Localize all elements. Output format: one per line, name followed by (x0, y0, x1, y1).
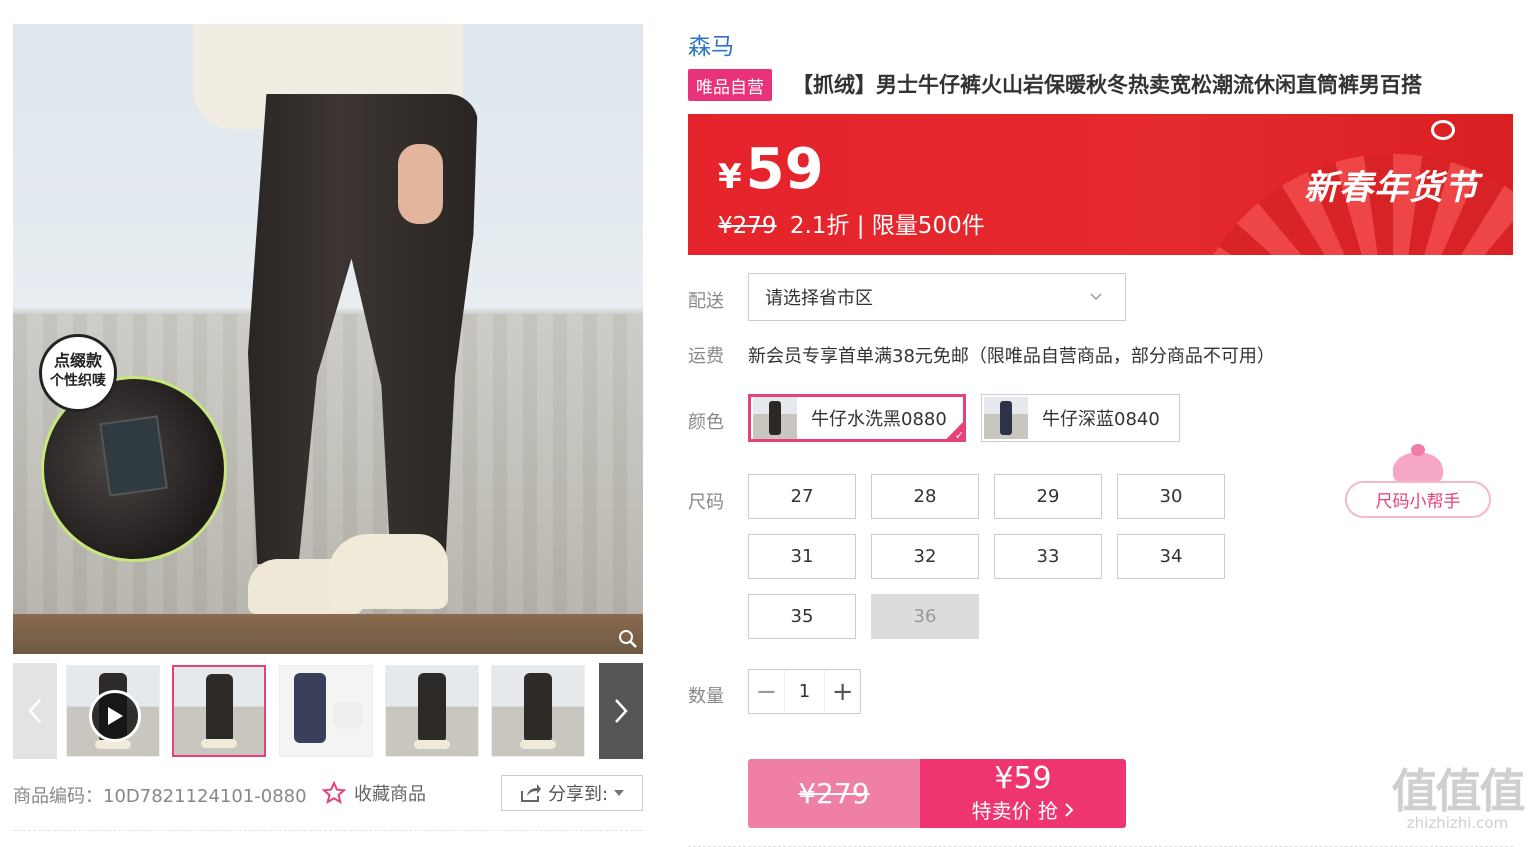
region-select[interactable]: 请选择省市区 (748, 273, 1126, 321)
quantity-input[interactable]: 1 (783, 670, 826, 713)
region-select-value: 请选择省市区 (765, 288, 873, 309)
shipping-label: 运费 (688, 346, 724, 367)
size-option[interactable]: 34 (1117, 534, 1225, 579)
star-icon (322, 781, 346, 805)
watermark-logo: 值值值 (1391, 764, 1526, 818)
size-option[interactable]: 30 (1117, 474, 1225, 519)
size-option[interactable]: 31 (748, 534, 856, 579)
play-icon[interactable] (89, 690, 141, 742)
divider (13, 830, 643, 831)
chevron-down-icon (1090, 293, 1102, 301)
chevron-left-icon (28, 699, 41, 723)
quantity-label: 数量 (688, 686, 724, 707)
thumb-item (333, 702, 363, 729)
thumb-shoe (413, 739, 451, 749)
favorite-button[interactable]: 收藏商品 (322, 780, 426, 806)
thumbnail-strip (13, 663, 643, 759)
thumb-figure (293, 673, 326, 744)
price-banner: ¥ 59 ¥279 2.1折 | 限量500件 新春年货节 (688, 114, 1513, 255)
buy-label: 特卖价 抢 (971, 799, 1058, 823)
feature-badge: 点缀款 个性织唛 (39, 334, 117, 412)
currency-symbol: ¥ (718, 157, 742, 197)
site-watermark: 值值值 zhizhizhi.com (1385, 768, 1530, 832)
thumb-figure (418, 673, 446, 744)
buy-label-row: 特卖价 抢 (972, 795, 1075, 824)
product-title: 【抓绒】男士牛仔裤火山岩保暖秋冬热卖宽松潮流休闲直筒裤男百搭 (792, 73, 1422, 97)
thumb-figure (524, 673, 552, 744)
brand-link[interactable]: 森马 (688, 27, 734, 61)
color-option-label: 牛仔深蓝0840 (1042, 409, 1160, 430)
thumbnail-image[interactable] (172, 665, 266, 757)
original-price: ¥279 (718, 213, 777, 239)
thumb-shoe (201, 739, 237, 748)
background-ledge (13, 614, 643, 654)
thumb-shoe (519, 739, 557, 749)
share-button[interactable]: 分享到: (501, 775, 643, 811)
size-option-unavailable: 36 (871, 594, 979, 639)
size-option[interactable]: 29 (994, 474, 1102, 519)
festival-title: 新春年货节 (1304, 168, 1479, 208)
size-option[interactable]: 33 (994, 534, 1102, 579)
price-subline: ¥279 2.1折 | 限量500件 (718, 206, 985, 240)
quantity-minus-button[interactable]: − (749, 670, 784, 713)
self-operated-badge: 唯品自营 (688, 69, 772, 101)
size-option[interactable]: 28 (871, 474, 979, 519)
quantity-stepper: − 1 + (748, 669, 861, 714)
favorite-label: 收藏商品 (354, 784, 426, 805)
size-helper-button[interactable]: 尺码小帮手 (1345, 481, 1491, 518)
delivery-label: 配送 (688, 291, 724, 312)
chevron-right-icon (615, 699, 628, 723)
thumb-figure (205, 674, 233, 743)
share-label: 分享到: (547, 784, 609, 805)
current-price: ¥ 59 (718, 140, 824, 200)
color-swatch (984, 397, 1028, 439)
thumb-prev-button[interactable] (13, 663, 57, 759)
product-code: 商品编码：10D7821124101-0880 (13, 786, 307, 807)
zoom-icon[interactable] (617, 628, 639, 650)
price-value: 59 (745, 137, 824, 202)
size-option[interactable]: 32 (871, 534, 979, 579)
thumbnail-video[interactable] (66, 665, 160, 757)
buy-price: ¥59 (994, 761, 1052, 796)
color-option-label: 牛仔水洗黑0880 (811, 409, 947, 430)
thumbnail-image[interactable] (385, 665, 479, 757)
color-option[interactable]: 牛仔深蓝0840 (981, 394, 1180, 442)
share-icon (520, 784, 541, 802)
shipping-info: 新会员专享首单满38元免邮（限唯品自营商品，部分商品不可用） (748, 346, 1275, 367)
buy-original-price: ¥279 (748, 759, 920, 828)
caret-down-icon (614, 790, 625, 796)
chevron-right-icon (1065, 803, 1074, 817)
color-swatch (753, 397, 797, 439)
size-option[interactable]: 35 (748, 594, 856, 639)
thumbnail-image[interactable] (279, 665, 373, 757)
main-product-image[interactable]: 点缀款 个性织唛 (13, 24, 643, 654)
quantity-plus-button[interactable]: + (825, 670, 860, 713)
thumbnail-image[interactable] (491, 665, 585, 757)
feature-badge-line2: 个性织唛 (50, 373, 106, 389)
thumb-next-button[interactable] (599, 663, 643, 759)
buy-button[interactable]: ¥279 ¥59 特卖价 抢 (748, 759, 1126, 828)
coin-icon (1431, 120, 1455, 140)
model-hand (398, 144, 443, 224)
color-label: 颜色 (688, 412, 724, 433)
model-shoe-right (328, 534, 448, 609)
feature-badge-line1: 点缀款 (53, 351, 102, 370)
size-option[interactable]: 27 (748, 474, 856, 519)
detail-pocket-label (99, 415, 168, 497)
color-option[interactable]: 牛仔水洗黑0880 ✓ (748, 394, 966, 442)
selected-check-icon: ✓ (942, 420, 966, 442)
discount-info: 2.1折 | 限量500件 (789, 213, 985, 239)
buy-now-panel[interactable]: ¥59 特卖价 抢 (920, 759, 1126, 828)
size-label: 尺码 (688, 492, 724, 513)
